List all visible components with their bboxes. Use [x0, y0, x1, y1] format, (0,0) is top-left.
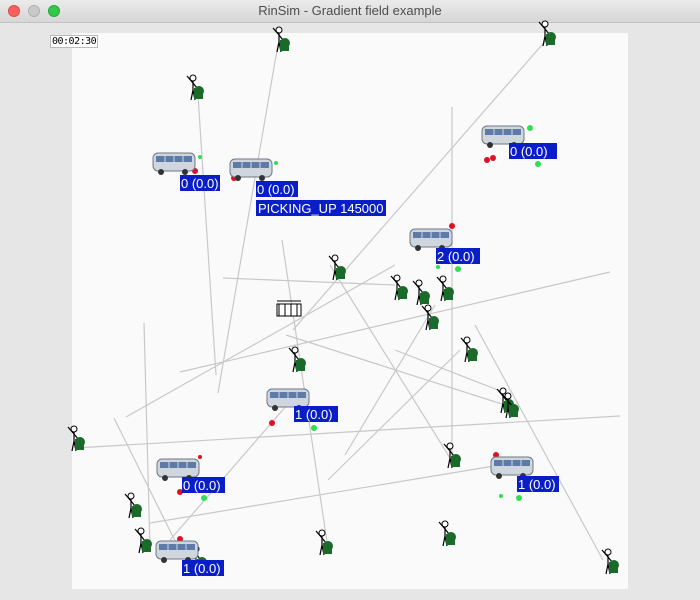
passenger-icon[interactable] — [288, 346, 307, 373]
vehicle-4[interactable]: 2 (0.0) — [409, 228, 480, 264]
parcel-markers — [177, 125, 541, 573]
passenger-icon[interactable] — [421, 304, 440, 331]
passenger-icon[interactable] — [438, 520, 457, 547]
passenger-icon[interactable] — [272, 26, 291, 53]
vehicle-label: 0 (0.0) — [183, 478, 221, 493]
vehicle-7[interactable]: 1 (0.0) — [490, 456, 559, 492]
vehicle-8[interactable]: 1 (0.0) — [155, 540, 224, 576]
vehicle-label: 1 (0.0) — [295, 407, 333, 422]
vehicle-label: 1 (0.0) — [183, 561, 221, 576]
vehicle-label: 0 (0.0) — [181, 176, 219, 191]
vehicle-6[interactable]: 0 (0.0) — [156, 458, 225, 493]
taxi-van-icon — [409, 228, 453, 252]
taxi-van-icon — [155, 540, 199, 564]
vehicle-label: 0 (0.0) — [510, 144, 548, 159]
taxi-van-icon — [490, 456, 534, 480]
vehicle-1[interactable]: 0 (0.0) — [152, 152, 220, 191]
vehicle-5[interactable]: 1 (0.0) — [266, 388, 338, 422]
passenger-icon[interactable] — [124, 492, 143, 519]
simulation-scene[interactable]: 0 (0.0) 0 (0.0) PICKING_UP 145000 0 (0.0… — [0, 0, 700, 600]
passenger-icon[interactable] — [538, 20, 557, 47]
passenger-icon[interactable] — [601, 548, 620, 575]
passenger-icon[interactable] — [186, 74, 205, 101]
vehicle-label: 1 (0.0) — [518, 477, 556, 492]
vehicle-label: 0 (0.0) — [257, 182, 295, 197]
taxi-van-icon — [152, 152, 196, 176]
passenger-icon[interactable] — [460, 336, 479, 363]
app-window: RinSim - Gradient field example 00:02:30 — [0, 0, 700, 600]
vehicle-status: PICKING_UP 145000 — [258, 201, 384, 216]
passenger-icon[interactable] — [315, 529, 334, 556]
passenger-icon[interactable] — [390, 274, 409, 301]
passenger-icon[interactable] — [67, 425, 86, 452]
passenger-icon[interactable] — [443, 442, 462, 469]
vehicle-label: 2 (0.0) — [437, 249, 475, 264]
taxi-van-icon — [229, 158, 273, 182]
passenger-icon[interactable] — [412, 279, 431, 306]
vehicle-3[interactable]: 0 (0.0) — [481, 125, 557, 159]
depot-icon — [276, 300, 302, 317]
